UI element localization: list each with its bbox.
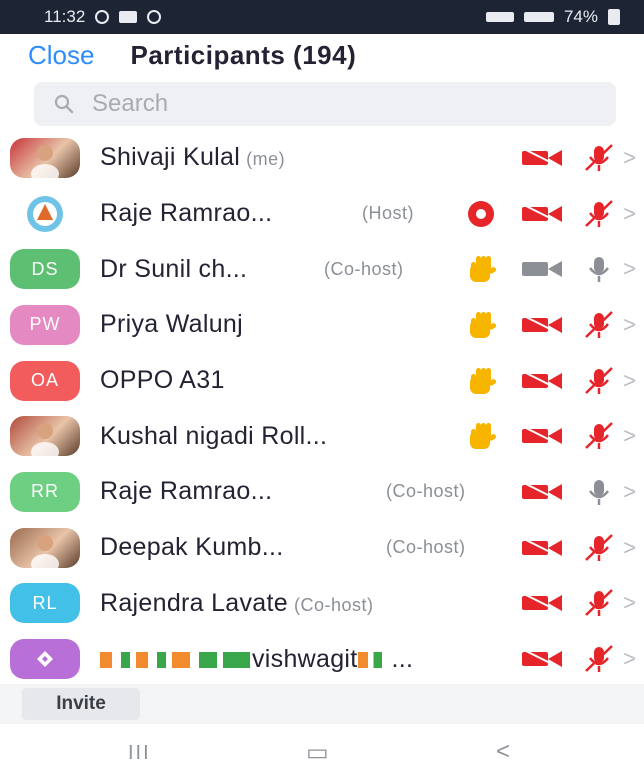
chevron-right-icon[interactable]: > [623, 479, 636, 505]
recents-button[interactable]: III [128, 742, 151, 765]
video-off-icon [522, 370, 562, 391]
battery-icon [608, 9, 620, 25]
participant-row[interactable]: Deepak Kumb... (Co-host) > [0, 520, 644, 576]
invite-button[interactable]: Invite [22, 688, 140, 720]
mic-off-icon [585, 645, 613, 673]
raise-hand-icon [470, 311, 497, 338]
mic-off-icon [585, 143, 613, 171]
participant-status-icons [0, 464, 644, 520]
notification-icon [119, 11, 138, 23]
participant-row[interactable]: DS Dr Sunil ch... (Co-host) > [0, 241, 644, 297]
participant-row[interactable]: vishwagit... > [0, 631, 644, 687]
chevron-right-icon[interactable]: > [623, 368, 636, 394]
header: Close Participants (194) [0, 34, 644, 76]
settings-icon [147, 10, 162, 24]
participant-status-icons [0, 186, 644, 242]
video-off-icon [522, 649, 562, 669]
raise-hand-icon [470, 367, 497, 394]
mic-off-icon [585, 199, 613, 227]
chevron-right-icon[interactable]: > [623, 312, 636, 338]
video-on-icon [522, 261, 562, 278]
chevron-right-icon[interactable]: > [623, 145, 636, 171]
mic-off-icon [585, 366, 613, 394]
chevron-right-icon[interactable]: > [623, 256, 636, 282]
mic-off-icon [585, 533, 613, 561]
home-button[interactable]: ▭ [306, 738, 329, 767]
participant-list: Shivaji Kulal (me) > Raje Ramrao... (Host) > D… [0, 130, 644, 687]
participant-status-icons [0, 576, 644, 632]
participant-row[interactable]: Kushal nigadi Roll... > [0, 408, 644, 464]
participant-row[interactable]: Raje Ramrao... (Host) > [0, 186, 644, 242]
video-off-icon [522, 593, 562, 614]
page-title: Participants (194) [130, 39, 357, 70]
mic-off-icon [585, 311, 613, 338]
participant-row[interactable]: PW Priya Walunj > [0, 297, 644, 353]
participant-status-icons [0, 353, 644, 409]
chevron-right-icon[interactable]: > [623, 646, 636, 672]
chevron-right-icon[interactable]: > [623, 423, 636, 449]
participant-row[interactable]: RR Raje Ramrao... (Co-host) > [0, 464, 644, 520]
mic-off-icon [585, 422, 613, 450]
participant-status-icons [0, 297, 644, 353]
close-button[interactable]: Close [28, 40, 94, 71]
chevron-right-icon[interactable]: > [623, 201, 636, 227]
video-off-icon [522, 147, 562, 168]
participant-status-icons [0, 241, 644, 297]
battery-percent: 74% [563, 7, 598, 26]
video-off-icon [522, 426, 562, 447]
mic-on-icon [589, 479, 609, 505]
raise-hand-icon [470, 256, 497, 283]
signal-icon [485, 12, 514, 22]
chevron-right-icon[interactable]: > [623, 535, 636, 561]
participant-status-icons [0, 631, 644, 687]
video-off-icon [522, 315, 562, 335]
footer: Invite [0, 684, 644, 724]
video-off-icon [522, 203, 562, 224]
status-bar: 11:32 74% [0, 0, 644, 34]
recording-icon [468, 200, 494, 227]
participant-row[interactable]: RL Rajendra Lavate (Co-host) > [0, 576, 644, 632]
mic-off-icon [585, 589, 613, 617]
participant-row[interactable]: Shivaji Kulal (me) > [0, 130, 644, 186]
navigation-bar: III ▭ < [0, 724, 644, 775]
participant-status-icons [0, 408, 644, 464]
participant-status-icons [0, 520, 644, 576]
chrome-icon [95, 10, 110, 24]
wifi-icon [523, 12, 554, 22]
participant-status-icons [0, 130, 644, 186]
raise-hand-icon [470, 423, 497, 450]
back-button[interactable]: < [496, 738, 510, 766]
mic-on-icon [589, 257, 609, 283]
search-icon [54, 94, 74, 114]
search-bar[interactable] [34, 82, 616, 126]
video-off-icon [522, 482, 562, 502]
clock: 11:32 [44, 7, 86, 26]
status-left: 11:32 [44, 7, 162, 27]
search-input[interactable] [92, 90, 572, 118]
chevron-right-icon[interactable]: > [623, 590, 636, 616]
participant-row[interactable]: OA OPPO A31 > [0, 353, 644, 409]
status-right: 74% [485, 7, 620, 27]
video-off-icon [522, 537, 562, 558]
